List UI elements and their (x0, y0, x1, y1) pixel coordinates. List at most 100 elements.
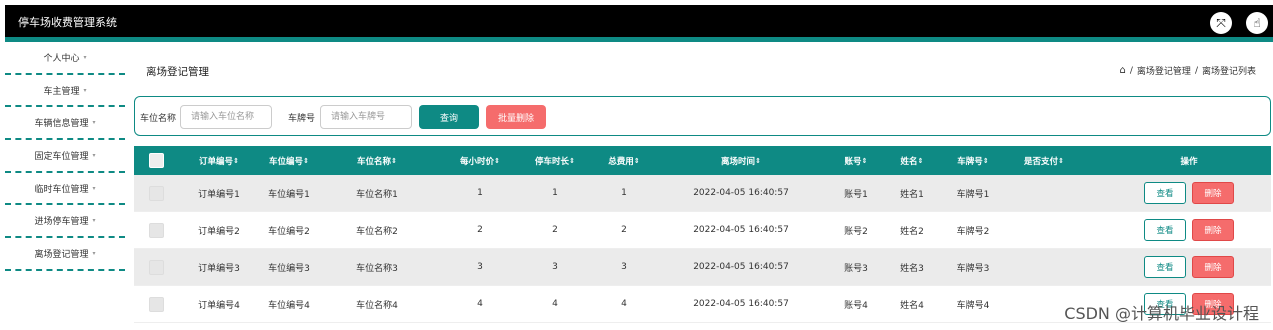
sort-icon[interactable]: ⇕ (918, 157, 924, 165)
column-header-label: 操作 (1180, 156, 1198, 167)
breadcrumb-item-manage[interactable]: 离场登记管理 (1137, 64, 1191, 77)
sidebar-item-label: 车主管理 (43, 86, 80, 97)
table-cell: 姓名2 (900, 226, 924, 237)
column-header[interactable]: 停车时长 ⇕ (525, 146, 585, 175)
table-cell: 车位编号4 (268, 300, 310, 311)
data-table: 订单编号 ⇕ 车位编号 ⇕ 车位名称 ⇕ 每小时价 ⇕ 停车时长 ⇕ 总费用 ⇕ 离场时间 ⇕ 账号 ⇕ 姓名 ⇕… (134, 146, 1271, 323)
plate-input[interactable]: 请输入车牌号 (320, 105, 412, 129)
table-cell: 车位编号3 (268, 263, 310, 274)
sort-icon[interactable]: ⇕ (391, 157, 397, 165)
sidebar-item-label: 固定车位管理 (34, 151, 89, 162)
column-header-label: 订单编号 (199, 156, 234, 167)
column-header[interactable]: 每小时价 ⇕ (450, 146, 510, 175)
sidebar-item[interactable]: 车主管理 ▾ (5, 75, 125, 108)
header-accent-strip (5, 37, 1273, 42)
column-header[interactable]: 是否支付 ⇕ (1009, 146, 1079, 175)
row-checkbox[interactable] (146, 212, 166, 248)
view-button[interactable]: 查看 (1144, 256, 1186, 278)
select-all-checkbox[interactable] (146, 146, 166, 175)
search-panel: 车位名称 请输入车位名称 车牌号 请输入车牌号 查询 批量删除 (134, 96, 1271, 136)
slot-name-input[interactable]: 请输入车位名称 (180, 105, 272, 129)
sort-icon[interactable]: ⇕ (494, 157, 500, 165)
table-cell: 账号4 (844, 300, 868, 311)
sidebar-item[interactable]: 离场登记管理 ▾ (5, 238, 125, 271)
chevron-down-icon: ▾ (92, 119, 96, 127)
row-checkbox[interactable] (146, 175, 166, 211)
table-cell: 账号2 (844, 226, 868, 237)
column-header-label: 车位名称 (357, 156, 392, 167)
column-header[interactable]: 总费用 ⇕ (594, 146, 654, 175)
table-cell: 姓名1 (900, 189, 924, 200)
table-cell: 2022-04-05 16:40:57 (693, 225, 789, 235)
table-cell: 车位名称3 (356, 263, 398, 274)
slot-name-label: 车位名称 (140, 114, 177, 124)
chevron-down-icon: ▾ (92, 184, 96, 192)
delete-button[interactable]: 删除 (1192, 256, 1234, 278)
delete-button[interactable]: 删除 (1192, 182, 1234, 204)
sort-icon[interactable]: ⇕ (755, 157, 761, 165)
sidebar-item[interactable]: 个人中心 ▾ (5, 42, 125, 75)
table-cell: 车位名称1 (356, 189, 398, 200)
column-header[interactable]: 车位编号 ⇕ (249, 146, 329, 175)
row-checkbox[interactable] (146, 286, 166, 322)
home-icon[interactable]: ⌂ (1120, 65, 1126, 76)
table-cell: 车牌号3 (956, 263, 990, 274)
table-cell: 3 (621, 262, 627, 272)
table-cell: 2022-04-05 16:40:57 (693, 188, 789, 198)
view-button[interactable]: 查看 (1144, 182, 1186, 204)
sidebar-item-label: 个人中心 (43, 53, 80, 64)
breadcrumb: ⌂ / 离场登记管理 / 离场登记列表 (1120, 64, 1256, 77)
table-cell: 车位名称4 (356, 300, 398, 311)
column-header[interactable]: 账号 ⇕ (836, 146, 876, 175)
table-cell: 2 (477, 225, 483, 235)
sort-icon[interactable]: ⇕ (1058, 157, 1064, 165)
column-header-label: 是否支付 (1024, 156, 1059, 167)
table-cell: 车牌号4 (956, 300, 990, 311)
column-header[interactable]: 车位名称 ⇕ (337, 146, 417, 175)
table-cell: 姓名3 (900, 263, 924, 274)
sort-icon[interactable]: ⇕ (983, 157, 989, 165)
hand-pointer-icon[interactable]: ☝ (1246, 12, 1268, 34)
table-cell: 车牌号1 (956, 189, 990, 200)
column-header[interactable]: 车牌号 ⇕ (943, 146, 1003, 175)
table-cell: 1 (552, 188, 558, 198)
sort-icon[interactable]: ⇕ (634, 157, 640, 165)
plate-label: 车牌号 (288, 114, 316, 124)
table-row: 订单编号2 车位编号2 车位名称2 2 2 2 2022-04-05 16:40:57 账号2… (134, 212, 1271, 249)
breadcrumb-sep: / (1194, 65, 1198, 76)
query-button[interactable]: 查询 (419, 105, 479, 129)
column-header[interactable]: 离场时间 ⇕ (666, 146, 816, 175)
sort-icon[interactable]: ⇕ (569, 157, 575, 165)
table-cell: 车位编号1 (268, 189, 310, 200)
column-header[interactable]: 姓名 ⇕ (887, 146, 937, 175)
table-cell: 2022-04-05 16:40:57 (693, 262, 789, 272)
table-cell: 1 (621, 188, 627, 198)
sort-icon[interactable]: ⇕ (862, 157, 868, 165)
column-header-label: 停车时长 (535, 156, 570, 167)
sidebar-item[interactable]: 进场停车管理 ▾ (5, 205, 125, 239)
table-cell: 4 (552, 299, 558, 309)
row-actions: 查看 删除 (1119, 212, 1259, 248)
app-title: 停车场收费管理系统 (18, 16, 117, 29)
table-cell: 1 (477, 188, 483, 198)
sidebar-item[interactable]: 车辆信息管理 ▾ (5, 107, 125, 141)
delete-button[interactable]: 删除 (1192, 219, 1234, 241)
sidebar-item[interactable]: 临时车位管理 ▾ (5, 173, 125, 206)
expand-icon[interactable]: ⤧ (1210, 12, 1232, 34)
bulk-delete-button[interactable]: 批量删除 (486, 105, 546, 129)
table-cell (1009, 212, 1079, 248)
chevron-down-icon: ▾ (92, 217, 96, 225)
table-cell: 车位名称2 (356, 226, 398, 237)
view-button[interactable]: 查看 (1144, 219, 1186, 241)
table-cell: 4 (621, 299, 627, 309)
page-title: 离场登记管理 (146, 66, 209, 78)
table-cell: 账号3 (844, 263, 868, 274)
chevron-down-icon: ▾ (83, 53, 87, 61)
row-actions: 查看 删除 (1119, 249, 1259, 285)
sort-icon[interactable]: ⇕ (303, 157, 309, 165)
column-header-label: 姓名 (900, 156, 918, 167)
row-checkbox[interactable] (146, 249, 166, 285)
sort-icon[interactable]: ⇕ (233, 157, 239, 165)
sidebar-item[interactable]: 固定车位管理 ▾ (5, 140, 125, 173)
table-header: 订单编号 ⇕ 车位编号 ⇕ 车位名称 ⇕ 每小时价 ⇕ 停车时长 ⇕ 总费用 ⇕ 离场时间 ⇕ 账号 ⇕ 姓名 ⇕… (134, 146, 1271, 175)
